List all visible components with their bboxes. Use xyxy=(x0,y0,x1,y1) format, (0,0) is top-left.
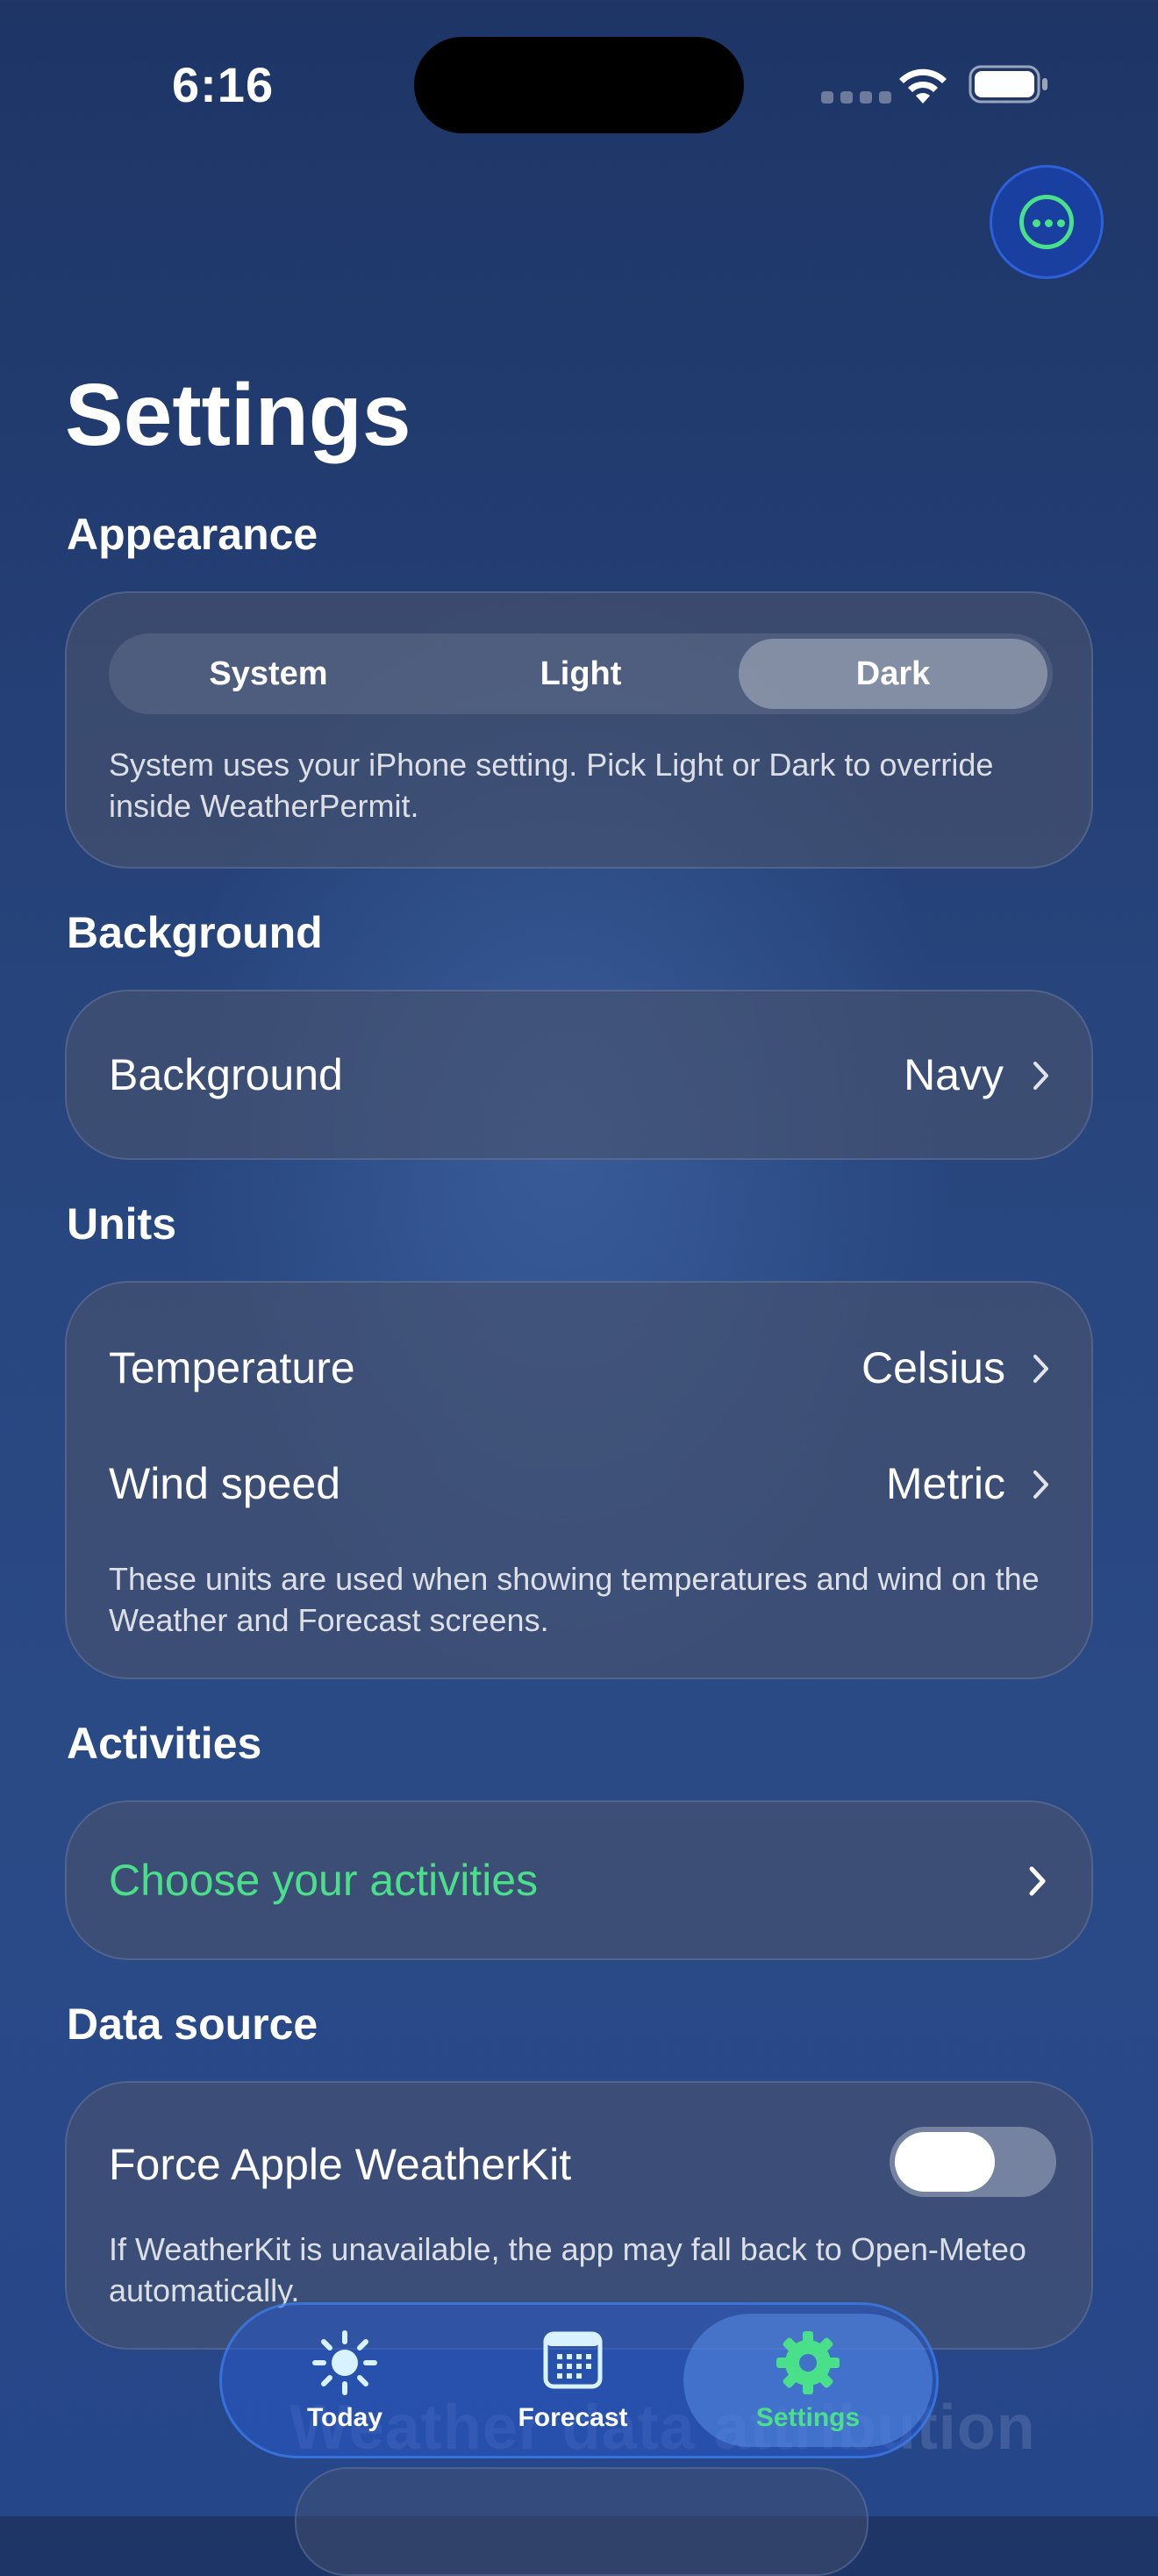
cellular-signal-icon xyxy=(821,91,891,104)
temperature-label: Temperature xyxy=(109,1343,355,1392)
battery-icon xyxy=(969,65,1047,104)
section-title-appearance: Appearance xyxy=(67,510,318,559)
chevron-right-icon xyxy=(1033,1355,1048,1383)
tab-forecast-label: Forecast xyxy=(518,2403,628,2432)
choose-activities-row[interactable]: Choose your activities xyxy=(65,1800,1093,1960)
more-options-button[interactable] xyxy=(990,165,1104,279)
temperature-value: Celsius xyxy=(861,1343,1005,1392)
wind-speed-row[interactable]: Wind speed Metric xyxy=(67,1400,1091,1516)
chevron-right-icon xyxy=(1033,1470,1048,1499)
choose-activities-label: Choose your activities xyxy=(109,1856,539,1905)
toggle-knob xyxy=(895,2132,995,2192)
background-row[interactable]: Background Navy xyxy=(65,990,1093,1160)
units-note: These units are used when showing temper… xyxy=(109,1561,1040,1638)
tab-today-label: Today xyxy=(306,2403,383,2432)
section-title-data-source: Data source xyxy=(67,2000,318,2049)
chevron-right-icon xyxy=(1033,1062,1048,1090)
tab-forecast[interactable]: Forecast xyxy=(485,2305,661,2456)
background-row-label: Background xyxy=(109,1050,343,1099)
appearance-segmented-control: System Light Dark xyxy=(109,633,1053,714)
force-weatherkit-toggle[interactable] xyxy=(890,2127,1056,2197)
tab-settings[interactable]: Settings xyxy=(720,2305,896,2456)
segment-system[interactable]: System xyxy=(114,639,423,709)
attribution-card xyxy=(295,2467,868,2576)
chevron-right-icon xyxy=(1029,1866,1046,1896)
page-title: Settings xyxy=(65,366,411,464)
section-title-units: Units xyxy=(67,1199,176,1249)
appearance-card: System Light Dark System uses your iPhon… xyxy=(65,591,1093,869)
segment-dark[interactable]: Dark xyxy=(739,639,1047,709)
background-row-value: Navy xyxy=(904,1050,1004,1099)
force-weatherkit-label: Force Apple WeatherKit xyxy=(109,2140,572,2189)
tab-settings-label: Settings xyxy=(755,2403,861,2432)
appearance-note: System uses your iPhone setting. Pick Li… xyxy=(109,747,994,824)
wind-speed-value: Metric xyxy=(885,1459,1005,1508)
wind-speed-label: Wind speed xyxy=(109,1459,341,1508)
status-time: 6:16 xyxy=(172,57,275,112)
tab-bar: Today Forecast Settings xyxy=(219,2302,939,2458)
temperature-row[interactable]: Temperature Celsius xyxy=(67,1283,1091,1400)
wifi-icon xyxy=(899,68,947,104)
sun-icon xyxy=(312,2330,377,2395)
tab-today[interactable]: Today xyxy=(257,2305,432,2456)
section-title-background: Background xyxy=(67,908,323,957)
dynamic-island xyxy=(414,37,744,133)
segment-light[interactable]: Light xyxy=(426,639,735,709)
calendar-icon xyxy=(543,2331,603,2389)
gear-icon xyxy=(776,2331,840,2394)
units-card: Temperature Celsius Wind speed Metric Th… xyxy=(65,1281,1093,1679)
section-title-activities: Activities xyxy=(67,1719,262,1768)
